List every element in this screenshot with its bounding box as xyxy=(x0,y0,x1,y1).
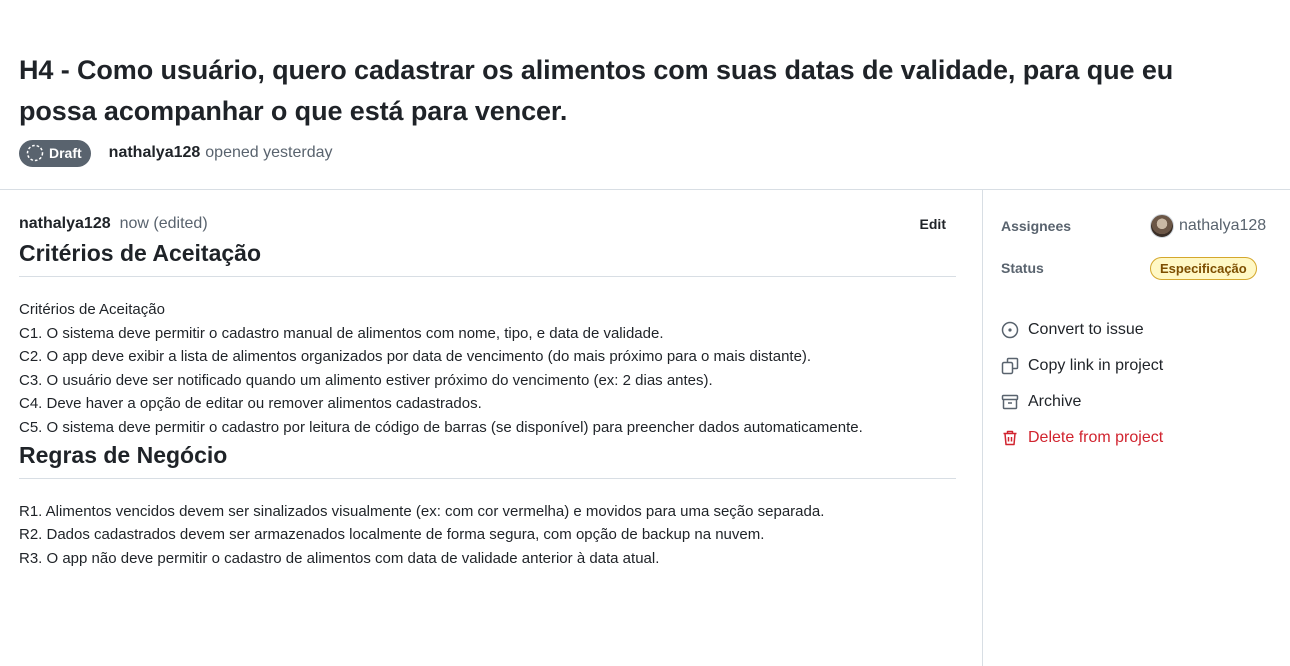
issue-title: H4 - Como usuário, quero cadastrar os al… xyxy=(19,55,1174,126)
text-line: C3. O usuário deve ser notificado quando… xyxy=(19,371,713,389)
section-heading-rules: Regras de Negócio xyxy=(19,440,956,479)
project-item-sidebar: Assignees nathalya128 Status Especificaç… xyxy=(1001,210,1271,456)
draft-circle-icon xyxy=(26,144,44,162)
draft-state-badge: Draft xyxy=(19,139,91,167)
text-line: C5. O sistema deve permitir o cadastro p… xyxy=(19,418,863,436)
sidebar-divider xyxy=(982,189,983,666)
assignee-name: nathalya128 xyxy=(1179,217,1267,234)
copy-link-label: Copy link in project xyxy=(1028,357,1164,374)
issue-body: nathalya128 now (edited) Edit Critérios … xyxy=(19,210,956,570)
assignees-label: Assignees xyxy=(1001,218,1072,234)
comment-timestamp[interactable]: now (edited) xyxy=(120,215,208,233)
text-line: C1. O sistema deve permitir o cadastro m… xyxy=(19,324,664,342)
trash-icon xyxy=(1001,429,1019,447)
assignee[interactable]: nathalya128 xyxy=(1150,214,1266,238)
edit-button[interactable]: Edit xyxy=(920,216,946,232)
convert-to-issue-label: Convert to issue xyxy=(1028,321,1144,338)
comment-header: nathalya128 now (edited) Edit xyxy=(19,210,956,238)
text-line: R1. Alimentos vencidos devem ser sinaliz… xyxy=(19,502,825,520)
avatar xyxy=(1150,214,1174,238)
copy-link-button[interactable]: Copy link in project xyxy=(1001,348,1271,384)
draft-state-label: Draft xyxy=(49,145,82,161)
opened-time: opened yesterday xyxy=(205,144,333,161)
archive-icon xyxy=(1001,393,1019,411)
text-line: R3. O app não deve permitir o cadastro d… xyxy=(19,549,660,567)
status-badge[interactable]: Especificação xyxy=(1150,256,1257,280)
text-line: C4. Deve haver a opção de editar ou remo… xyxy=(19,395,482,413)
rules-body: R1. Alimentos vencidos devem ser sinaliz… xyxy=(19,500,956,571)
archive-label: Archive xyxy=(1028,393,1082,410)
text-line: R2. Dados cadastrados devem ser armazena… xyxy=(19,526,765,544)
section-heading-criteria: Critérios de Aceitação xyxy=(19,238,956,277)
sidebar-actions: Convert to issue Copy link in project Ar… xyxy=(1001,312,1271,456)
issue-header: H4 - Como usuário, quero cadastrar os al… xyxy=(19,50,1239,167)
header-divider xyxy=(0,189,1290,190)
text-line: C2. O app deve exibir a lista de aliment… xyxy=(19,348,812,366)
issue-opened-icon xyxy=(1001,321,1019,339)
status-label: Status xyxy=(1001,260,1044,276)
archive-button[interactable]: Archive xyxy=(1001,384,1271,420)
criteria-body: Critérios de Aceitação C1. O sistema dev… xyxy=(19,298,956,440)
issue-meta: Draft nathalya128 opened yesterday xyxy=(19,139,1239,167)
delete-from-project-label: Delete from project xyxy=(1028,429,1164,446)
comment-author-link[interactable]: nathalya128 xyxy=(19,215,111,233)
text-line: Critérios de Aceitação xyxy=(19,301,165,318)
assignees-field[interactable]: Assignees nathalya128 xyxy=(1001,210,1271,242)
delete-from-project-button[interactable]: Delete from project xyxy=(1001,420,1271,456)
convert-to-issue-button[interactable]: Convert to issue xyxy=(1001,312,1271,348)
status-field[interactable]: Status Especificação xyxy=(1001,252,1271,284)
issue-author-link[interactable]: nathalya128 xyxy=(109,144,201,162)
copy-icon xyxy=(1001,357,1019,375)
